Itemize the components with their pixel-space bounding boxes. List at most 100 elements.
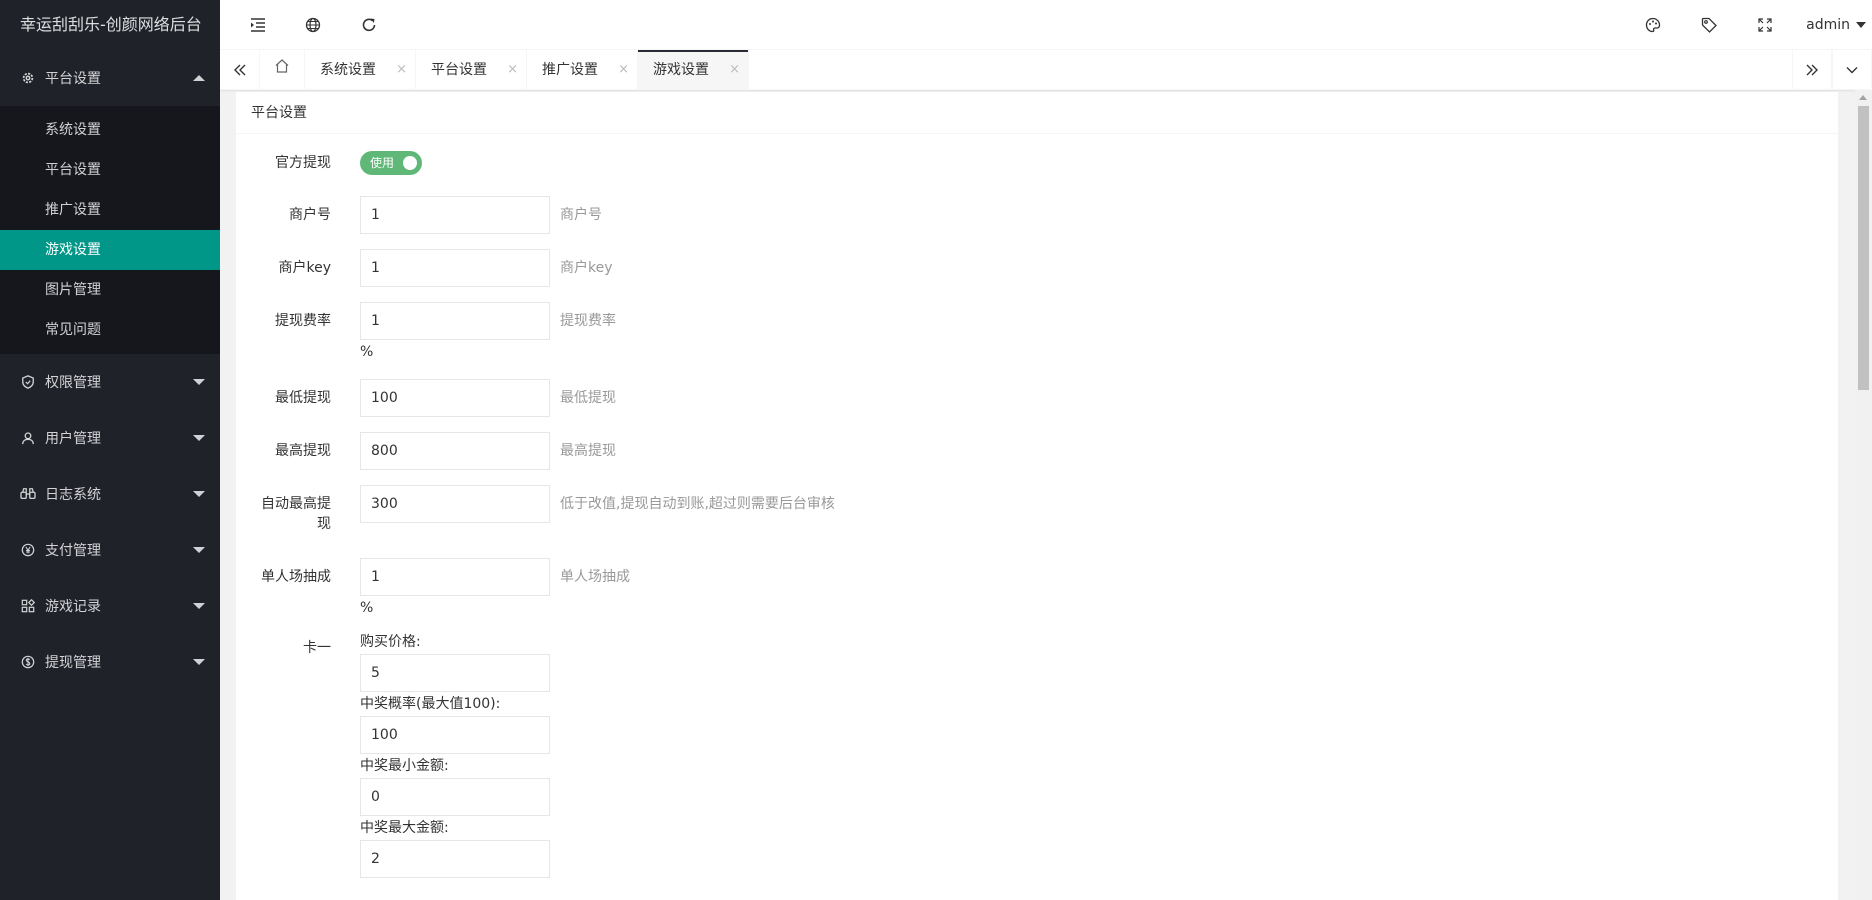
tab-label: 推广设置 (542, 62, 598, 78)
row-min-withdraw: 最低提现 最低提现 (236, 379, 1838, 417)
tab-game-settings[interactable]: 游戏设置 × (638, 50, 749, 90)
chevron-down-icon (193, 491, 205, 497)
merchant-no-hint: 商户号 (560, 207, 602, 223)
nav-head-platform-settings[interactable]: 平台设置 (0, 50, 220, 106)
user-name: admin (1806, 17, 1850, 33)
nav-head-permissions[interactable]: 权限管理 (0, 354, 220, 410)
nav-head-payment[interactable]: 支付管理 (0, 522, 220, 578)
user-icon (20, 430, 36, 446)
row-auto-max-withdraw: 自动最高提 现 低于改值,提现自动到账,超过则需要后台审核 (236, 485, 1838, 543)
label-line-2: 现 (317, 516, 331, 532)
nav-head-label: 用户管理 (45, 431, 101, 447)
card1-prob-label: 中奖概率(最大值100): (360, 696, 501, 712)
tab-label: 游戏设置 (653, 62, 709, 78)
nav-head-label: 日志系统 (45, 487, 101, 503)
min-withdraw-label: 最低提现 (275, 390, 331, 406)
app-logo-title: 幸运刮刮乐-创颜网络后台 (0, 0, 220, 50)
nav-head-game-records[interactable]: 游戏记录 (0, 578, 220, 634)
withdraw-rate-hint: 提现费率 (560, 313, 616, 329)
shield-icon (20, 374, 36, 390)
merchant-key-input[interactable] (360, 249, 550, 287)
close-icon[interactable]: × (507, 50, 518, 90)
min-withdraw-input[interactable] (360, 379, 550, 417)
tab-bar: 系统设置 × 平台设置 × 推广设置 × 游戏设置 × (220, 50, 1872, 90)
single-cut-input[interactable] (360, 558, 550, 596)
merchant-no-label: 商户号 (289, 207, 331, 223)
tab-list: 系统设置 × 平台设置 × 推广设置 × 游戏设置 × (260, 50, 749, 90)
row-max-withdraw: 最高提现 最高提现 (236, 432, 1838, 470)
official-withdraw-switch[interactable]: 使用 (360, 151, 422, 175)
nav-head-label: 权限管理 (45, 375, 101, 391)
tag-icon[interactable] (1684, 0, 1734, 50)
card1-min-label: 中奖最小金额: (360, 758, 449, 774)
switch-knob (403, 156, 417, 170)
chevron-down-icon (193, 603, 205, 609)
single-cut-label: 单人场抽成 (261, 569, 331, 585)
chevron-up-icon (193, 75, 205, 81)
official-withdraw-label: 官方提现 (275, 155, 331, 171)
label-line-1: 自动最高提 (261, 496, 331, 512)
globe-icon[interactable] (288, 0, 338, 50)
row-single-cut: 单人场抽成 单人场抽成 % (236, 558, 1838, 620)
subnav-platform-settings: 系统设置 平台设置 推广设置 游戏设置 图片管理 常见问题 (0, 106, 220, 354)
chevron-down-icon (193, 379, 205, 385)
card1-min-input[interactable] (360, 778, 550, 816)
card1-label: 卡一 (303, 640, 331, 656)
fullscreen-icon[interactable] (1740, 0, 1790, 50)
tab-home[interactable] (260, 50, 305, 90)
row-card1: 卡一 购买价格: 中奖概率(最大值100): 中奖最小金额: 中奖最大金额: (236, 634, 1838, 884)
scroll-up-arrow-icon[interactable] (1859, 95, 1867, 100)
tab-label: 平台设置 (431, 62, 487, 78)
tabs-menu-chevron-down-icon[interactable] (1832, 50, 1872, 90)
top-header: admin (220, 0, 1872, 50)
max-withdraw-input[interactable] (360, 432, 550, 470)
theme-icon[interactable] (1628, 0, 1678, 50)
min-withdraw-hint: 最低提现 (560, 390, 616, 406)
close-icon[interactable]: × (396, 50, 407, 90)
refresh-icon[interactable] (344, 0, 394, 50)
sidebar-item-faq[interactable]: 常见问题 (0, 310, 220, 350)
scrollbar-thumb[interactable] (1858, 106, 1869, 390)
gear-icon (20, 70, 36, 86)
tab-promotion-settings[interactable]: 推广设置 × (527, 50, 638, 90)
dollar-icon (20, 654, 36, 670)
nav-head-withdraw[interactable]: 提现管理 (0, 634, 220, 690)
menu-fold-icon[interactable] (233, 0, 283, 50)
row-merchant-no: 商户号 商户号 (236, 196, 1838, 234)
withdraw-rate-unit: % (360, 344, 374, 360)
sidebar-item-game-settings[interactable]: 游戏设置 (0, 230, 220, 270)
sidebar-item-platform-settings[interactable]: 平台设置 (0, 150, 220, 190)
tab-system-settings[interactable]: 系统设置 × (305, 50, 416, 90)
settings-card: 平台设置 官方提现 使用 商户号 商户号 商户key 商户key 提现费率 提现… (236, 92, 1838, 900)
sidebar-item-system-settings[interactable]: 系统设置 (0, 110, 220, 150)
card1-price-label: 购买价格: (360, 634, 421, 650)
nav-head-users[interactable]: 用户管理 (0, 410, 220, 466)
content-scrollbar[interactable] (1855, 90, 1872, 900)
withdraw-rate-input[interactable] (360, 302, 550, 340)
tab-label: 系统设置 (320, 62, 376, 78)
close-icon[interactable]: × (618, 50, 629, 90)
chevron-down-icon (193, 435, 205, 441)
nav-head-logs[interactable]: 日志系统 (0, 466, 220, 522)
tabs-scroll-left-icon[interactable] (220, 50, 260, 90)
card1-price-input[interactable] (360, 654, 550, 692)
chevron-down-icon (193, 547, 205, 553)
tabs-scroll-right-icon[interactable] (1792, 50, 1832, 90)
switch-text: 使用 (370, 156, 395, 170)
user-menu[interactable]: admin (1806, 0, 1872, 50)
nav-head-label: 平台设置 (45, 71, 101, 87)
card1-prob-input[interactable] (360, 716, 550, 754)
nav-group-platform-settings: 平台设置 系统设置 平台设置 推广设置 游戏设置 图片管理 常见问题 (0, 50, 220, 354)
sidebar-item-image-management[interactable]: 图片管理 (0, 270, 220, 310)
card1-max-input[interactable] (360, 840, 550, 878)
settings-form: 官方提现 使用 商户号 商户号 商户key 商户key 提现费率 提现费率 % … (236, 134, 1838, 884)
row-official-withdraw: 官方提现 使用 (236, 144, 1838, 182)
max-withdraw-label: 最高提现 (275, 443, 331, 459)
sidebar-item-promotion-settings[interactable]: 推广设置 (0, 190, 220, 230)
merchant-no-input[interactable] (360, 196, 550, 234)
tab-platform-settings[interactable]: 平台设置 × (416, 50, 527, 90)
nav-head-label: 提现管理 (45, 655, 101, 671)
auto-max-withdraw-input[interactable] (360, 485, 550, 523)
close-icon[interactable]: × (729, 50, 740, 90)
card1-max-label: 中奖最大金额: (360, 820, 449, 836)
